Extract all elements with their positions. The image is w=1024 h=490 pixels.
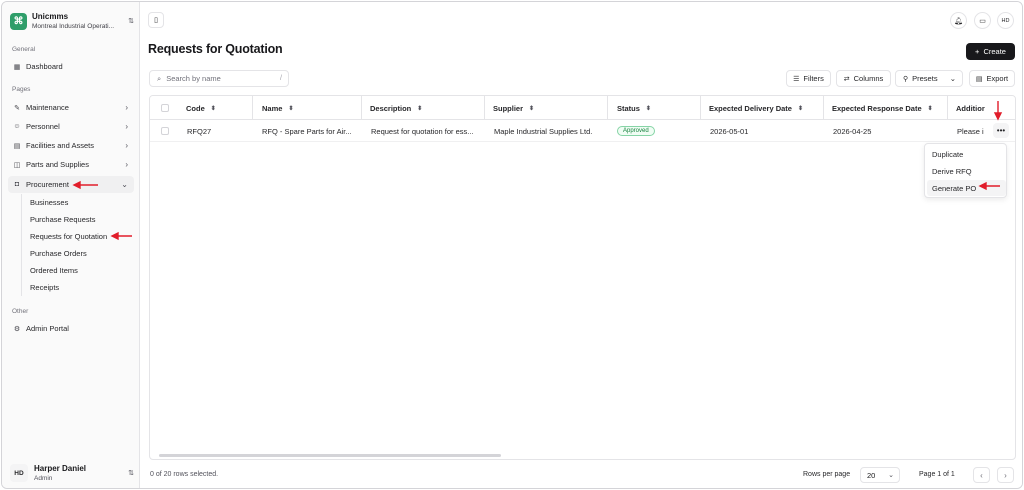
arrow-generate-po-icon	[978, 181, 1000, 191]
arrow-more-icon	[993, 101, 1003, 121]
app-window: ⌘ Unicmms Montreal Industrial Operati...…	[1, 1, 1023, 489]
arrow-rfq-icon	[110, 231, 132, 241]
annotation-arrows	[72, 101, 1003, 241]
arrow-procurement-icon	[72, 180, 98, 190]
